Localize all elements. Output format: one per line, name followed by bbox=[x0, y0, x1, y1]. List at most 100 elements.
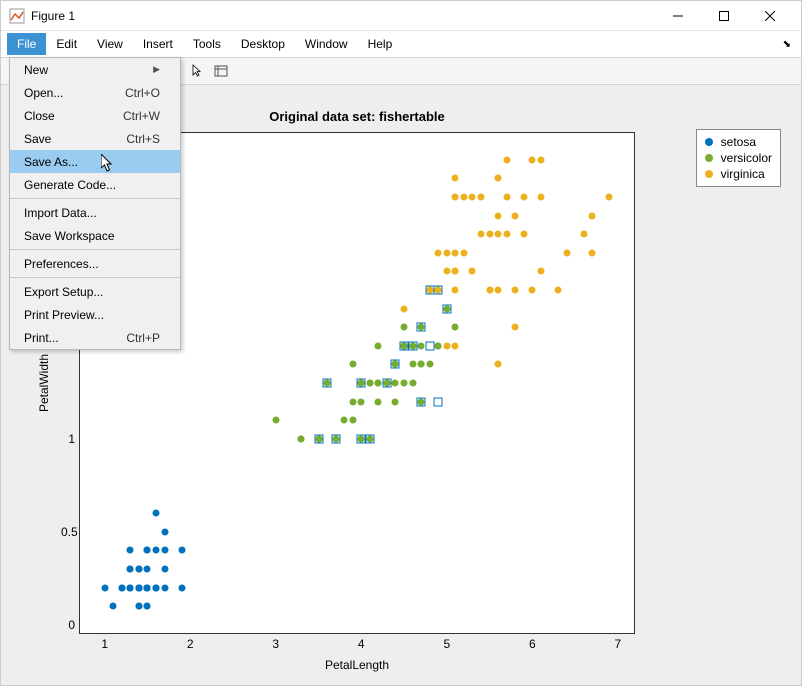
y-tick: 1 bbox=[61, 432, 75, 446]
data-point-setosa bbox=[152, 547, 159, 554]
marker-square bbox=[417, 323, 426, 332]
data-point-virginica bbox=[495, 212, 502, 219]
y-tick: 0.5 bbox=[61, 525, 75, 539]
data-point-virginica bbox=[589, 212, 596, 219]
data-point-virginica bbox=[401, 305, 408, 312]
data-point-setosa bbox=[144, 603, 151, 610]
data-point-versicolor bbox=[401, 324, 408, 331]
data-point-versicolor bbox=[435, 342, 442, 349]
y-tick: 0 bbox=[61, 618, 75, 632]
data-point-virginica bbox=[452, 287, 459, 294]
data-point-versicolor bbox=[392, 398, 399, 405]
data-point-virginica bbox=[512, 324, 519, 331]
close-button[interactable] bbox=[747, 1, 793, 31]
data-point-virginica bbox=[452, 175, 459, 182]
menu-item-generate-code[interactable]: Generate Code... bbox=[10, 173, 180, 196]
file-menu-dropdown: New▶Open...Ctrl+OCloseCtrl+WSaveCtrl+SSa… bbox=[9, 57, 181, 350]
minimize-button[interactable] bbox=[655, 1, 701, 31]
data-point-versicolor bbox=[409, 380, 416, 387]
menu-desktop[interactable]: Desktop bbox=[231, 33, 295, 55]
data-point-versicolor bbox=[401, 380, 408, 387]
x-tick: 5 bbox=[443, 637, 450, 651]
x-tick: 1 bbox=[101, 637, 108, 651]
data-point-virginica bbox=[469, 268, 476, 275]
data-point-virginica bbox=[520, 231, 527, 238]
data-point-setosa bbox=[152, 510, 159, 517]
maximize-button[interactable] bbox=[701, 1, 747, 31]
data-point-virginica bbox=[529, 287, 536, 294]
data-point-virginica bbox=[478, 194, 485, 201]
menu-item-close[interactable]: CloseCtrl+W bbox=[10, 104, 180, 127]
insert-tool-button[interactable] bbox=[209, 60, 233, 82]
x-tick: 7 bbox=[615, 637, 622, 651]
data-point-virginica bbox=[563, 249, 570, 256]
x-tick: 6 bbox=[529, 637, 536, 651]
marker-square bbox=[408, 341, 417, 350]
menu-tools[interactable]: Tools bbox=[183, 33, 231, 55]
data-point-virginica bbox=[443, 249, 450, 256]
menubar: FileEditViewInsertToolsDesktopWindowHelp… bbox=[1, 31, 801, 57]
menu-item-print[interactable]: Print...Ctrl+P bbox=[10, 326, 180, 349]
legend-label: virginica bbox=[721, 167, 765, 181]
x-tick: 3 bbox=[272, 637, 279, 651]
data-point-setosa bbox=[144, 584, 151, 591]
data-point-virginica bbox=[495, 287, 502, 294]
data-point-versicolor bbox=[418, 361, 425, 368]
data-point-setosa bbox=[178, 584, 185, 591]
data-point-virginica bbox=[503, 156, 510, 163]
data-point-setosa bbox=[161, 565, 168, 572]
menubar-overflow-icon[interactable]: ⬊ bbox=[779, 39, 795, 50]
legend-swatch bbox=[705, 154, 713, 162]
data-point-virginica bbox=[512, 287, 519, 294]
legend-item-virginica[interactable]: virginica bbox=[705, 166, 772, 182]
marker-square bbox=[425, 286, 434, 295]
x-axis-label: PetalLength bbox=[79, 658, 635, 672]
data-point-versicolor bbox=[349, 398, 356, 405]
data-point-virginica bbox=[495, 175, 502, 182]
menu-window[interactable]: Window bbox=[295, 33, 358, 55]
pointer-tool-button[interactable] bbox=[185, 60, 209, 82]
menu-separator bbox=[10, 249, 180, 250]
menu-insert[interactable]: Insert bbox=[133, 33, 183, 55]
menu-item-save-as[interactable]: Save As... bbox=[10, 150, 180, 173]
menu-item-save[interactable]: SaveCtrl+S bbox=[10, 127, 180, 150]
menu-help[interactable]: Help bbox=[358, 33, 403, 55]
data-point-virginica bbox=[452, 194, 459, 201]
data-point-virginica bbox=[555, 287, 562, 294]
marker-square bbox=[382, 379, 391, 388]
data-point-setosa bbox=[127, 584, 134, 591]
legend[interactable]: setosaversicolorvirginica bbox=[696, 129, 781, 187]
data-point-virginica bbox=[495, 361, 502, 368]
marker-square bbox=[417, 397, 426, 406]
marker-square bbox=[425, 341, 434, 350]
data-point-versicolor bbox=[418, 342, 425, 349]
legend-swatch bbox=[705, 170, 713, 178]
marker-square bbox=[331, 434, 340, 443]
data-point-virginica bbox=[520, 194, 527, 201]
menu-item-print-preview[interactable]: Print Preview... bbox=[10, 303, 180, 326]
app-icon bbox=[9, 8, 25, 24]
menu-file[interactable]: File bbox=[7, 33, 46, 55]
menu-item-open[interactable]: Open...Ctrl+O bbox=[10, 81, 180, 104]
menu-item-new[interactable]: New▶ bbox=[10, 58, 180, 81]
data-point-setosa bbox=[161, 528, 168, 535]
menu-item-save-workspace[interactable]: Save Workspace bbox=[10, 224, 180, 247]
data-point-versicolor bbox=[349, 417, 356, 424]
data-point-versicolor bbox=[426, 361, 433, 368]
data-point-virginica bbox=[529, 156, 536, 163]
marker-square bbox=[434, 397, 443, 406]
data-point-versicolor bbox=[358, 398, 365, 405]
menu-item-import-data[interactable]: Import Data... bbox=[10, 201, 180, 224]
data-point-versicolor bbox=[298, 435, 305, 442]
data-point-setosa bbox=[118, 584, 125, 591]
legend-item-setosa[interactable]: setosa bbox=[705, 134, 772, 150]
data-point-virginica bbox=[443, 268, 450, 275]
data-point-setosa bbox=[161, 547, 168, 554]
menu-item-preferences[interactable]: Preferences... bbox=[10, 252, 180, 275]
legend-item-versicolor[interactable]: versicolor bbox=[705, 150, 772, 166]
data-point-versicolor bbox=[375, 380, 382, 387]
marker-square bbox=[365, 434, 374, 443]
menu-edit[interactable]: Edit bbox=[46, 33, 87, 55]
menu-view[interactable]: View bbox=[87, 33, 133, 55]
menu-item-export-setup[interactable]: Export Setup... bbox=[10, 280, 180, 303]
